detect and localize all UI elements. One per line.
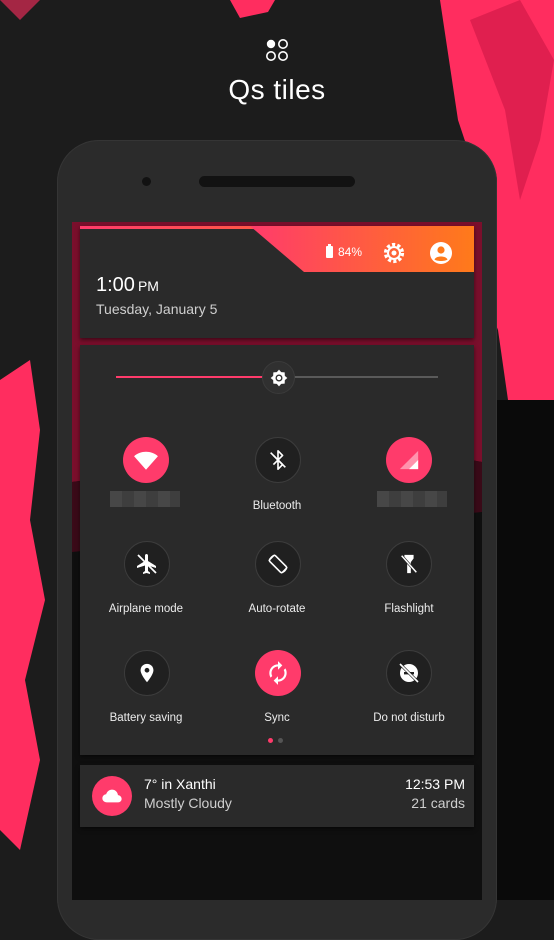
brightness-track-empty[interactable] bbox=[292, 376, 438, 378]
tile-do-not-disturb-label: Do not disturb bbox=[373, 712, 445, 724]
sync-icon bbox=[269, 661, 287, 685]
tile-battery-saving[interactable] bbox=[124, 650, 170, 696]
tile-bluetooth-label: Bluetooth bbox=[252, 500, 302, 512]
tile-auto-rotate[interactable] bbox=[255, 541, 301, 587]
tile-flashlight-label: Flashlight bbox=[384, 603, 434, 615]
clock-time: 1:00 bbox=[96, 274, 135, 296]
tile-battery-saving-label: Battery saving bbox=[109, 712, 183, 724]
tile-sync-label: Sync bbox=[264, 712, 290, 724]
airplane-off-icon bbox=[137, 554, 157, 574]
tile-airplane-mode-label: Airplane mode bbox=[108, 603, 184, 615]
battery-status: 84% bbox=[326, 244, 363, 259]
brightness-slider-thumb[interactable] bbox=[262, 361, 295, 394]
battery-icon bbox=[326, 244, 333, 258]
tile-sync[interactable] bbox=[255, 650, 301, 696]
header-accent-shape bbox=[80, 226, 474, 272]
bluetooth-off-icon bbox=[270, 450, 286, 470]
tile-flashlight[interactable] bbox=[386, 541, 432, 587]
battery-percent: 84% bbox=[338, 245, 363, 259]
page-title: Qs tiles bbox=[228, 74, 326, 105]
notification-subtitle: Mostly Cloudy bbox=[144, 795, 232, 811]
gear-icon[interactable] bbox=[382, 241, 406, 265]
tile-do-not-disturb[interactable] bbox=[386, 650, 432, 696]
tile-wifi[interactable] bbox=[123, 437, 169, 483]
page-indicator bbox=[268, 738, 283, 743]
notification-icon-badge bbox=[92, 776, 132, 816]
notification-count: 21 cards bbox=[411, 795, 465, 811]
page-dot-active[interactable] bbox=[268, 738, 273, 743]
cellular-signal-icon bbox=[399, 450, 419, 470]
page-dot[interactable] bbox=[278, 738, 283, 743]
tile-bluetooth[interactable] bbox=[255, 437, 301, 483]
brightness-icon bbox=[270, 369, 287, 386]
account-circle-icon[interactable] bbox=[429, 241, 453, 265]
location-pin-icon bbox=[140, 663, 154, 683]
cloud-icon bbox=[102, 789, 122, 803]
tile-wifi-label-obscured bbox=[110, 491, 180, 507]
clock-ampm: PM bbox=[137, 278, 159, 294]
brightness-track-filled[interactable] bbox=[116, 376, 276, 378]
notification-title: 7° in Xanthi bbox=[144, 776, 216, 792]
earpiece-speaker bbox=[199, 176, 355, 187]
flashlight-off-icon bbox=[400, 554, 418, 574]
tile-cellular-label-obscured bbox=[377, 491, 447, 507]
tile-airplane-mode[interactable] bbox=[124, 541, 170, 587]
date-label: Tuesday, January 5 bbox=[96, 301, 218, 317]
wifi-icon bbox=[134, 451, 158, 470]
tile-auto-rotate-label: Auto-rotate bbox=[248, 603, 306, 615]
notification-time: 12:53 PM bbox=[405, 776, 465, 792]
screen-rotation-icon bbox=[268, 554, 288, 574]
front-camera bbox=[142, 177, 151, 186]
tile-cellular[interactable] bbox=[386, 437, 432, 483]
clock: 1:00 PM bbox=[96, 274, 159, 297]
four-dots-icon bbox=[266, 39, 288, 61]
do-not-disturb-icon bbox=[398, 662, 420, 684]
